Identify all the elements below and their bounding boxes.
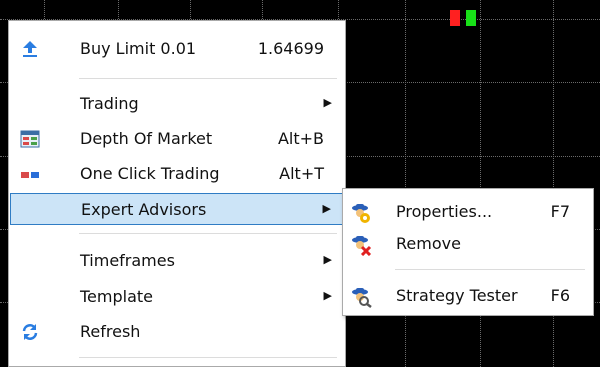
submenu-item-strategy-tester[interactable]: Strategy Tester F6 [344, 279, 592, 313]
submenu-arrow-icon: ▶ [323, 96, 332, 109]
menu-item-one-click-trading[interactable]: One Click Trading Alt+T [10, 158, 344, 190]
one-click-trading-icon [20, 165, 40, 183]
menu-item-label: Trading [80, 94, 139, 113]
depth-of-market-icon [20, 130, 40, 148]
menu-item-label: Template [80, 287, 154, 306]
menu-item-buy-limit[interactable]: Buy Limit 0.01 1.64699 [10, 33, 344, 65]
submenu-item-shortcut: F6 [550, 286, 570, 305]
submenu-item-label: Remove [396, 234, 461, 253]
menu-item-label: Expert Advisors [81, 200, 207, 219]
menu-item-trading[interactable]: Trading ▶ [10, 88, 344, 120]
menu-item-shortcut: Alt+B [277, 129, 324, 148]
menu-separator [395, 269, 585, 270]
bullish-candle [466, 10, 476, 26]
menu-separator [79, 357, 337, 358]
menu-item-label: Refresh [80, 322, 141, 341]
menu-item-template[interactable]: Template ▶ [10, 281, 344, 313]
submenu-item-properties[interactable]: Properties... F7 [344, 195, 592, 229]
bearish-candle [450, 10, 460, 26]
arrow-up-icon [20, 40, 40, 58]
submenu-item-label: Properties... [396, 202, 493, 221]
submenu-arrow-icon: ▶ [323, 289, 332, 302]
submenu-arrow-icon: ▶ [322, 202, 331, 215]
menu-separator [79, 233, 337, 234]
expert-advisors-submenu: Properties... F7 Remove Strategy Tester [342, 188, 594, 316]
submenu-item-remove[interactable]: Remove [344, 227, 592, 261]
submenu-item-shortcut: F7 [550, 202, 570, 221]
menu-item-refresh[interactable]: Refresh [10, 316, 344, 348]
menu-item-timeframes[interactable]: Timeframes ▶ [10, 245, 344, 277]
menu-item-label: Timeframes [80, 251, 175, 270]
menu-item-depth-of-market[interactable]: Depth Of Market Alt+B [10, 123, 344, 155]
menu-separator [79, 78, 337, 79]
menu-item-label: Buy Limit 0.01 [80, 39, 197, 58]
expert-remove-icon [350, 234, 372, 257]
menu-item-label: One Click Trading [80, 164, 220, 183]
menu-item-price: 1.64699 [257, 39, 324, 58]
menu-item-expert-advisors[interactable]: Expert Advisors ▶ [10, 193, 344, 225]
menu-item-shortcut: Alt+T [279, 164, 324, 183]
strategy-tester-icon [350, 286, 372, 308]
refresh-icon [20, 323, 40, 341]
chart-context-menu: Buy Limit 0.01 1.64699 Trading ▶ Depth O… [8, 20, 346, 367]
expert-properties-icon [350, 202, 372, 224]
menu-item-label: Depth Of Market [80, 129, 213, 148]
submenu-arrow-icon: ▶ [323, 253, 332, 266]
submenu-item-label: Strategy Tester [396, 286, 518, 305]
